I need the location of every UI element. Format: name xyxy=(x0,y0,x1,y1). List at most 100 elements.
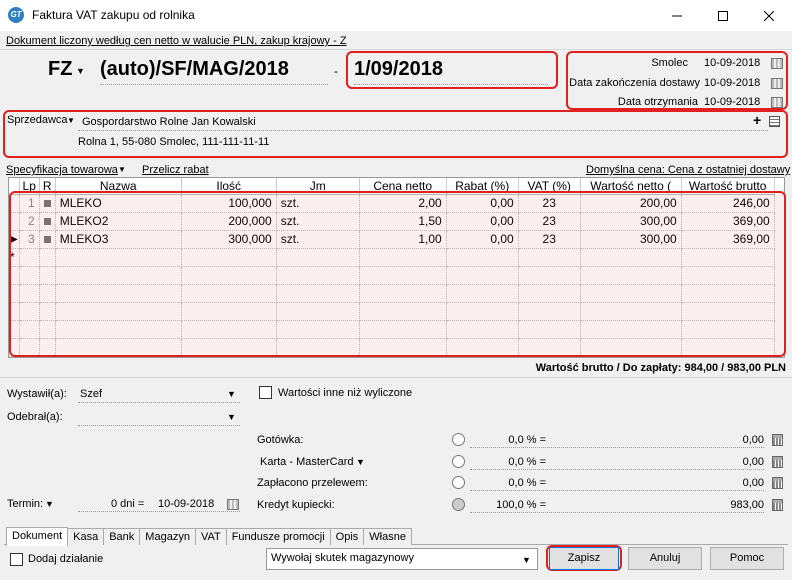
seller-label[interactable]: Sprzedawca xyxy=(7,114,68,126)
tab-wlasne[interactable]: Własne xyxy=(363,528,412,545)
items-grid[interactable]: Lp R Nazwa Ilość Jm Cena netto Rabat (%)… xyxy=(9,178,775,357)
cell-net-price[interactable]: 2,00 xyxy=(359,194,447,213)
empty-cell[interactable] xyxy=(276,248,360,267)
document-info-link[interactable]: Dokument liczony według cen netto w walu… xyxy=(6,35,347,47)
spec-menu[interactable]: Specyfikacja towarowa xyxy=(6,164,118,176)
col-net-price[interactable]: Cena netto xyxy=(359,178,447,195)
col-unit[interactable]: Jm xyxy=(276,178,360,195)
cell-qty[interactable]: 300,000 xyxy=(181,230,277,249)
stock-effect-select[interactable]: Wywołaj skutek magazynowy xyxy=(266,548,538,570)
cell-vat[interactable]: 23 xyxy=(518,230,581,249)
cell-gross-value[interactable]: 246,00 xyxy=(681,194,775,213)
cancel-button[interactable]: Anuluj xyxy=(628,547,702,570)
chevron-down-icon[interactable]: ▼ xyxy=(522,555,531,565)
cell-net-value[interactable]: 300,00 xyxy=(580,230,682,249)
chevron-down-icon[interactable]: ▼ xyxy=(76,66,85,76)
payment-radio-cash[interactable] xyxy=(452,433,465,446)
empty-cell[interactable] xyxy=(55,248,182,267)
cell-net-price[interactable]: 1,50 xyxy=(359,212,447,231)
empty-cell[interactable] xyxy=(580,248,682,267)
calculator-icon[interactable] xyxy=(772,456,783,468)
chevron-down-icon[interactable]: ▼ xyxy=(356,457,365,467)
tab-bank[interactable]: Bank xyxy=(103,528,141,545)
term-days[interactable]: 0 dni = xyxy=(111,498,144,510)
tab-magazyn[interactable]: Magazyn xyxy=(139,528,196,545)
cell-discount[interactable]: 0,00 xyxy=(446,194,519,213)
cell-discount[interactable]: 0,00 xyxy=(446,230,519,249)
payment-radio-credit[interactable] xyxy=(452,498,465,511)
cell-qty[interactable]: 200,000 xyxy=(181,212,277,231)
chevron-down-icon[interactable]: ▼ xyxy=(45,499,54,509)
doc-number-field[interactable]: (auto)/SF/MAG/2018 xyxy=(100,58,289,81)
col-qty[interactable]: Ilość xyxy=(181,178,277,195)
cell-r[interactable] xyxy=(39,230,56,249)
cell-unit[interactable]: szt. xyxy=(276,212,360,231)
col-discount[interactable]: Rabat (%) xyxy=(446,178,519,195)
table-row[interactable]: ▶ 3 MLEKO3 300,000 szt. 1,00 0,00 23 300… xyxy=(9,230,775,249)
minimize-button[interactable] xyxy=(654,0,700,31)
doc-date-field[interactable]: 1/09/2018 xyxy=(354,58,443,81)
calculator-icon[interactable] xyxy=(772,477,783,489)
cell-vat[interactable]: 23 xyxy=(518,194,581,213)
recalc-discount-link[interactable]: Przelicz rabat xyxy=(142,164,209,176)
doc-type-select[interactable]: FZ xyxy=(48,58,72,81)
tab-vat[interactable]: VAT xyxy=(194,528,227,545)
cell-net-value[interactable]: 300,00 xyxy=(580,212,682,231)
term-date[interactable]: 10-09-2018 xyxy=(158,498,214,510)
empty-cell[interactable] xyxy=(681,248,775,267)
items-table[interactable]: Lp R Nazwa Ilość Jm Cena netto Rabat (%)… xyxy=(8,177,785,358)
new-row[interactable]: * xyxy=(9,248,775,267)
maximize-button[interactable] xyxy=(700,0,746,31)
term-label[interactable]: Termin: xyxy=(7,498,43,510)
col-lp[interactable]: Lp xyxy=(19,178,40,195)
cell-unit[interactable]: szt. xyxy=(276,194,360,213)
date-value-place[interactable]: 10-09-2018 xyxy=(704,57,760,69)
chevron-down-icon[interactable]: ▼ xyxy=(67,116,75,125)
tab-opis[interactable]: Opis xyxy=(329,528,365,545)
payment-amount-cash[interactable]: 0,00 xyxy=(680,434,764,446)
col-r[interactable]: R xyxy=(39,178,56,195)
payment-radio-card[interactable] xyxy=(452,455,465,468)
default-price-link[interactable]: Domyślna cena: Cena z ostatniej dostawy xyxy=(586,164,790,176)
table-row[interactable]: 2 MLEKO2 200,000 szt. 1,50 0,00 23 300,0… xyxy=(9,212,775,231)
payment-amount-credit[interactable]: 983,00 xyxy=(680,499,764,511)
tab-fundusze[interactable]: Fundusze promocji xyxy=(225,528,331,545)
cell-name[interactable]: MLEKO2 xyxy=(55,212,182,231)
payment-percent-card[interactable]: 0,0 % = xyxy=(470,456,546,468)
tab-kasa[interactable]: Kasa xyxy=(67,528,105,545)
col-net-value[interactable]: Wartość netto ( xyxy=(580,178,682,195)
cell-net-price[interactable]: 1,00 xyxy=(359,230,447,249)
cell-unit[interactable]: szt. xyxy=(276,230,360,249)
save-button[interactable]: Zapisz xyxy=(549,547,619,570)
cell-vat[interactable]: 23 xyxy=(518,212,581,231)
calendar-icon[interactable] xyxy=(771,58,783,69)
table-row[interactable]: 1 MLEKO 100,000 szt. 2,00 0,00 23 200,00… xyxy=(9,194,775,213)
card-icon[interactable] xyxy=(769,116,780,127)
add-action-checkbox[interactable] xyxy=(10,553,23,566)
cell-qty[interactable]: 100,000 xyxy=(181,194,277,213)
calculator-icon[interactable] xyxy=(772,434,783,446)
calculator-icon[interactable] xyxy=(772,499,783,511)
col-gross-value[interactable]: Wartość brutto xyxy=(681,178,775,195)
calendar-icon[interactable] xyxy=(771,78,783,89)
cell-gross-value[interactable]: 369,00 xyxy=(681,230,775,249)
help-button[interactable]: Pomoc xyxy=(710,547,784,570)
calendar-icon[interactable] xyxy=(771,97,783,108)
cell-name[interactable]: MLEKO3 xyxy=(55,230,182,249)
empty-cell[interactable] xyxy=(181,248,277,267)
cell-gross-value[interactable]: 369,00 xyxy=(681,212,775,231)
col-vat[interactable]: VAT (%) xyxy=(518,178,581,195)
chevron-down-icon[interactable]: ▼ xyxy=(118,165,126,174)
payment-radio-transfer[interactable] xyxy=(452,476,465,489)
chevron-down-icon[interactable]: ▼ xyxy=(227,412,236,422)
date-value-delivery[interactable]: 10-09-2018 xyxy=(704,77,760,89)
tab-dokument[interactable]: Dokument xyxy=(6,527,69,546)
plus-icon[interactable]: + xyxy=(753,112,761,128)
date-value-received[interactable]: 10-09-2018 xyxy=(704,96,760,108)
other-values-checkbox[interactable] xyxy=(259,386,272,399)
payment-percent-transfer[interactable]: 0,0 % = xyxy=(470,477,546,489)
payment-percent-cash[interactable]: 0,0 % = xyxy=(470,434,546,446)
empty-cell[interactable] xyxy=(518,248,581,267)
cell-discount[interactable]: 0,00 xyxy=(446,212,519,231)
payment-label-card[interactable]: Karta - MasterCard xyxy=(260,456,354,468)
